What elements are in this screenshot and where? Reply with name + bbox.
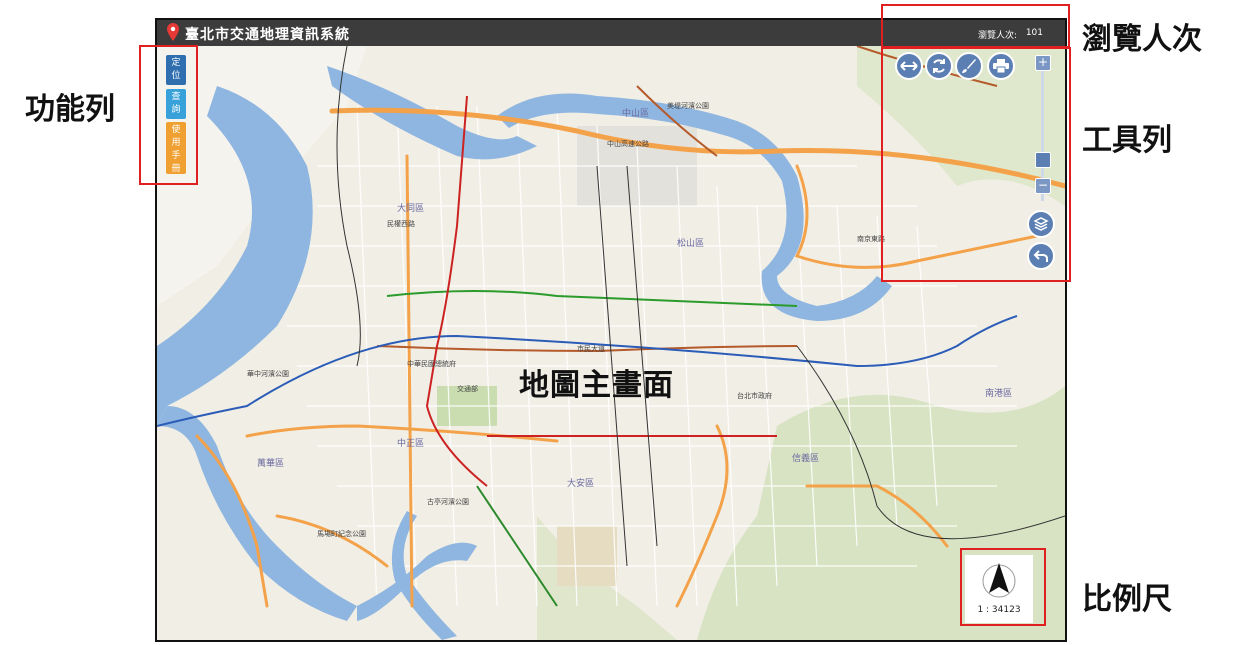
map-label: 中山區	[622, 107, 649, 119]
map-label: 台北市政府	[737, 391, 772, 400]
map-label: 大同區	[397, 202, 424, 214]
map-label: 華中河濱公園	[247, 369, 289, 378]
annotation-box-function-bar	[139, 45, 198, 185]
annotation-toolbar-label: 工具列	[1082, 123, 1172, 158]
map-label: 民權西路	[387, 219, 415, 228]
map-label: 松山區	[677, 237, 704, 249]
map-label: 馬場町紀念公園	[317, 529, 366, 538]
annotation-box-toolbar	[881, 47, 1071, 282]
map-label: 美堤河濱公園	[667, 101, 709, 110]
map-label: 中華民國總統府	[407, 359, 456, 368]
map-label: 萬華區	[257, 457, 284, 469]
app-title: 臺北市交通地理資訊系統	[185, 27, 350, 43]
annotation-function-bar-label: 功能列	[25, 92, 115, 127]
annotation-visitor-label: 瀏覽人次	[1082, 22, 1202, 57]
map-label: 大安區	[567, 477, 594, 489]
map-label: 南港區	[985, 387, 1012, 399]
location-pin-icon	[167, 23, 179, 41]
map-label: 中山高速公路	[607, 139, 649, 148]
map-label: 市民大道	[577, 344, 605, 353]
map-main-view-label: 地圖主畫面	[519, 368, 674, 403]
annotation-box-scale	[960, 548, 1046, 626]
map-label: 信義區	[792, 452, 819, 464]
map-label: 交通部	[457, 384, 478, 393]
map-label: 中正區	[397, 437, 424, 449]
map-label: 古亭河濱公園	[427, 497, 469, 506]
annotation-box-visitor	[881, 4, 1070, 48]
annotation-scale-label: 比例尺	[1082, 582, 1172, 617]
